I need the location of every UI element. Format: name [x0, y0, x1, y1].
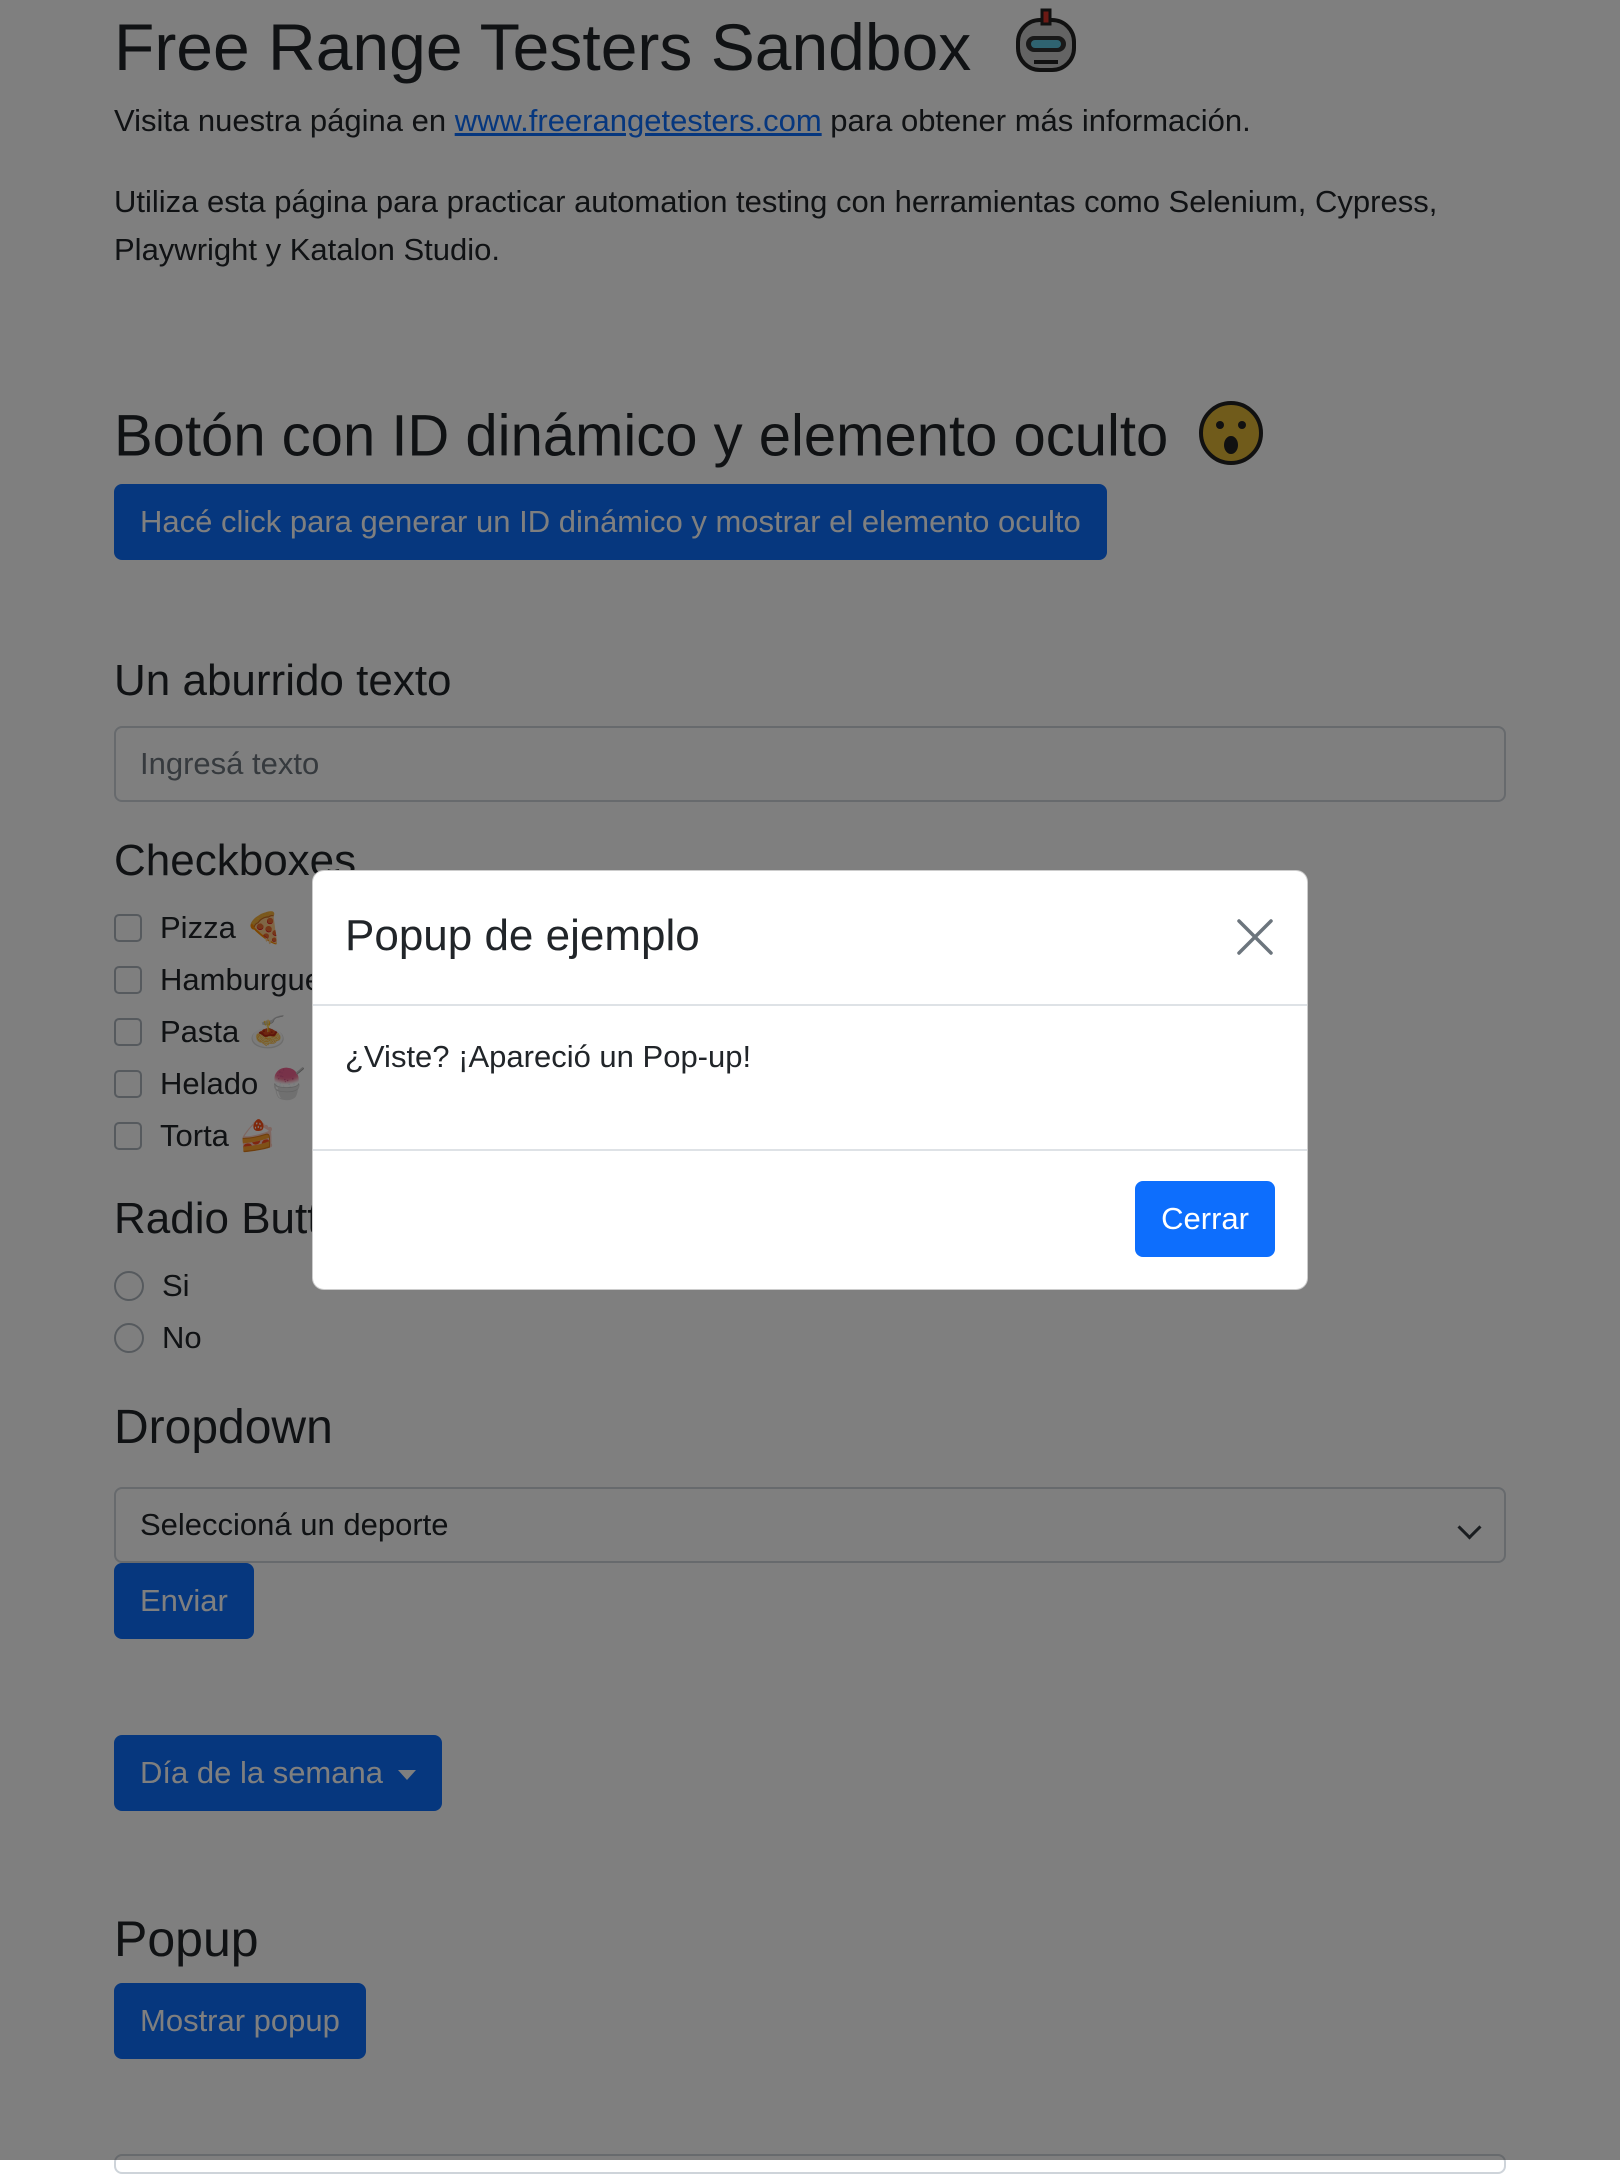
modal-title: Popup de ejemplo	[345, 911, 700, 960]
modal-footer: Cerrar	[313, 1149, 1307, 1291]
modal-header: Popup de ejemplo	[313, 871, 1307, 1006]
popup-modal: Popup de ejemplo ¿Viste? ¡Apareció un Po…	[312, 870, 1308, 1290]
close-modal-button[interactable]: Cerrar	[1135, 1181, 1275, 1257]
close-icon[interactable]	[1233, 915, 1277, 959]
modal-body: ¿Viste? ¡Apareció un Pop-up!	[345, 1039, 752, 1074]
